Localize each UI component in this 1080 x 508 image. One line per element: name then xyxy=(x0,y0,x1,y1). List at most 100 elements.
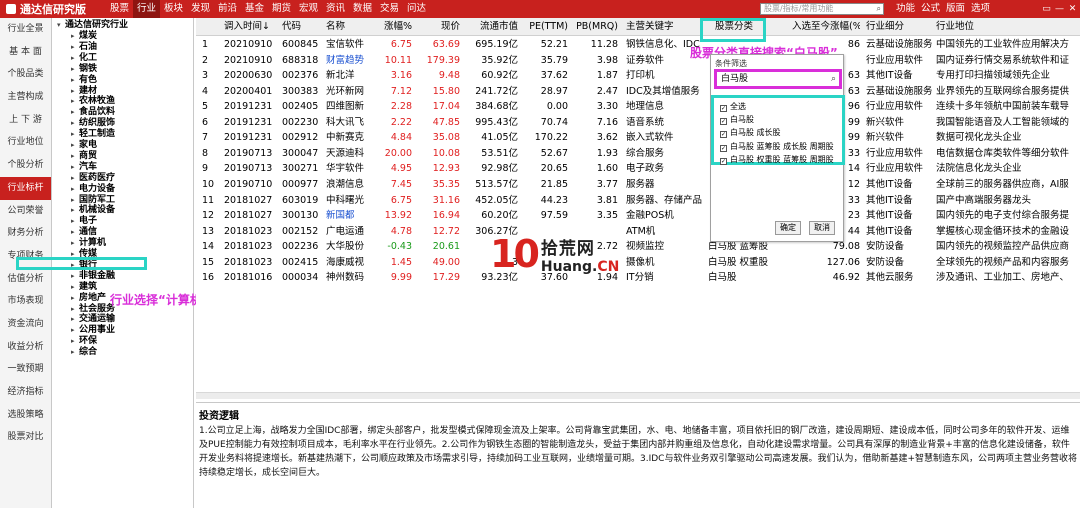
tree-item[interactable]: ▸ 纺织服饰 xyxy=(71,118,115,129)
left-nav-item[interactable]: 股票对比 xyxy=(0,426,51,449)
filter-option[interactable]: ✓ 白马股 蓝筹股 成长股 周期股 xyxy=(720,140,834,153)
tree-item[interactable]: ▸ 环保 xyxy=(71,336,97,347)
left-nav-item[interactable]: 上 下 游 xyxy=(0,109,51,132)
left-nav-item[interactable]: 一致预期 xyxy=(0,358,51,381)
tree-item[interactable]: ▸ 石油 xyxy=(71,42,97,53)
column-header[interactable]: 行业细分 xyxy=(866,18,932,36)
expand-icon[interactable]: ▸ xyxy=(71,325,79,336)
column-header[interactable]: 现价 xyxy=(416,18,460,36)
left-nav-item[interactable]: 市场表现 xyxy=(0,290,51,313)
column-header[interactable]: 流通市值 xyxy=(464,18,518,36)
expand-icon[interactable]: ▸ xyxy=(71,140,79,151)
left-nav-item[interactable]: 行业地位 xyxy=(0,131,51,154)
filter-option[interactable]: ✓ 全选 xyxy=(720,100,746,113)
left-nav-item[interactable]: 行业标杆 xyxy=(0,176,51,200)
table-row[interactable]: 3 20200630 002376 新北洋 3.16 9.48 60.92亿 37.62 1.8… xyxy=(196,68,1080,84)
expand-icon[interactable]: ▸ xyxy=(71,173,79,184)
expand-icon[interactable]: ▸ xyxy=(71,31,79,42)
column-header[interactable] xyxy=(202,18,220,36)
tree-item[interactable]: ▸ 通信 xyxy=(71,227,97,238)
tree-item[interactable]: ▸ 机械设备 xyxy=(71,205,115,216)
checkbox-checked-icon[interactable]: ✓ xyxy=(720,118,727,126)
horizontal-scrollbar[interactable] xyxy=(196,392,1080,399)
left-nav-item[interactable]: 基 本 面 xyxy=(0,41,51,64)
table-row[interactable]: 15 20181023 002415 海康威视 1.45 49.00 3 摄像机 白马股 权重股… xyxy=(196,255,1080,271)
column-header[interactable]: 入选至今涨幅(%) xyxy=(792,18,860,36)
left-nav-item[interactable]: 公司荣誉 xyxy=(0,200,51,223)
expand-icon[interactable]: ▸ xyxy=(71,64,79,75)
expand-icon[interactable]: ▸ xyxy=(71,238,79,249)
tree-item[interactable]: ▸ 轻工制造 xyxy=(71,129,115,140)
checkbox-checked-icon[interactable]: ✓ xyxy=(720,157,727,165)
right-menu-item[interactable]: 选项 xyxy=(968,0,993,18)
tree-item[interactable]: ▸ 医药医疗 xyxy=(71,173,115,184)
table-row[interactable]: 8 20190713 300047 天源迪科 20.00 10.08 53.51亿 52.67… xyxy=(196,146,1080,162)
column-header[interactable]: PE(TTM) xyxy=(522,18,568,36)
tree-item[interactable]: ▸ 家电 xyxy=(71,140,97,151)
expand-icon[interactable]: ▸ xyxy=(71,96,79,107)
cancel-button[interactable]: 取消 xyxy=(809,221,835,235)
right-menu-item[interactable]: 公式 xyxy=(918,0,943,18)
checkbox-checked-icon[interactable]: ✓ xyxy=(720,105,727,112)
menu-item[interactable]: 前沿 xyxy=(214,0,241,18)
filter-option[interactable]: ✓ 白马股 成长股 xyxy=(720,126,781,139)
tree-item[interactable]: ▸ 钢铁 xyxy=(71,64,97,75)
expand-icon[interactable]: ▸ xyxy=(71,75,79,86)
tree-item[interactable]: ▸ 社会服务 xyxy=(71,304,115,315)
tree-item[interactable]: ▸ 非银金融 xyxy=(71,271,115,282)
menu-item[interactable]: 期货 xyxy=(268,0,295,18)
tree-item[interactable]: ▸ 商贸 xyxy=(71,151,97,162)
tree-item[interactable]: ▸ 建筑 xyxy=(71,282,97,293)
right-menu-item[interactable]: 版面 xyxy=(943,0,968,18)
tree-item[interactable]: ▸ 化工 xyxy=(71,53,97,64)
left-nav-item[interactable]: 估值分析 xyxy=(0,268,51,291)
checkbox-checked-icon[interactable]: ✓ xyxy=(720,144,727,152)
search-icon[interactable]: ⌕ xyxy=(877,4,881,14)
tree-root[interactable]: ▾ 通达信研究行业 xyxy=(57,20,128,31)
global-search-input[interactable]: 股票/指标/常用功能 ⌕ xyxy=(760,3,884,15)
expand-icon[interactable]: ▸ xyxy=(71,336,79,347)
tree-item[interactable]: ▸ 房地产 xyxy=(71,293,106,304)
menu-item[interactable]: 发现 xyxy=(187,0,214,18)
left-nav-item[interactable]: 财务分析 xyxy=(0,222,51,245)
column-header[interactable]: 行业地位 xyxy=(936,18,1078,36)
filter-search-input[interactable]: 白马股 ⌕ xyxy=(714,69,842,89)
close-icon[interactable]: ✕ xyxy=(1066,0,1079,18)
tree-item[interactable]: ▸ 煤炭 xyxy=(71,31,97,42)
expand-icon[interactable]: ▸ xyxy=(71,107,79,118)
tree-item[interactable]: ▸ 建材 xyxy=(71,86,97,97)
table-row[interactable]: 1 20210910 600845 宝信软件 6.75 63.69 695.19亿 52.21… xyxy=(196,37,1080,53)
left-nav-item[interactable]: 经济指标 xyxy=(0,381,51,404)
tree-item[interactable]: ▸ 计算机 xyxy=(71,238,106,249)
expand-icon[interactable]: ▸ xyxy=(71,162,79,173)
expand-icon[interactable]: ▸ xyxy=(71,184,79,195)
tree-item[interactable]: ▸ 国防军工 xyxy=(71,195,115,206)
menu-item[interactable]: 股票 xyxy=(106,0,133,18)
tree-item[interactable]: ▸ 食品饮料 xyxy=(71,107,115,118)
filter-option[interactable]: ✓ 白马股 权重股 蓝筹股 周期股 xyxy=(720,153,834,166)
menu-item[interactable]: 基金 xyxy=(241,0,268,18)
expand-icon[interactable]: ▸ xyxy=(71,216,79,227)
tree-item[interactable]: ▸ 公用事业 xyxy=(71,325,115,336)
left-nav-item[interactable]: 资金流向 xyxy=(0,313,51,336)
column-header[interactable]: 调入时间↓ xyxy=(224,18,276,36)
menu-item[interactable]: 宏观 xyxy=(295,0,322,18)
menu-item[interactable]: 数据 xyxy=(349,0,376,18)
menu-item[interactable]: 板块 xyxy=(160,0,187,18)
table-row[interactable]: 10 20190710 000977 浪潮信息 7.45 35.35 513.57亿 21.8… xyxy=(196,177,1080,193)
expand-icon[interactable]: ▸ xyxy=(71,151,79,162)
table-row[interactable]: 6 20191231 002230 科大讯飞 2.22 47.85 995.43亿 70.74… xyxy=(196,115,1080,131)
column-header[interactable]: 主营关键字 xyxy=(626,18,704,36)
left-nav-item[interactable]: 个股品类 xyxy=(0,63,51,86)
expand-icon[interactable]: ▸ xyxy=(71,347,79,358)
left-nav-item[interactable]: 收益分析 xyxy=(0,336,51,359)
tree-item[interactable]: ▸ 电子 xyxy=(71,216,97,227)
left-nav-item[interactable]: 行业全景 xyxy=(0,18,51,41)
tree-item[interactable]: ▸ 交通运输 xyxy=(71,314,115,325)
ok-button[interactable]: 确定 xyxy=(775,221,801,235)
expand-icon[interactable]: ▸ xyxy=(71,129,79,140)
checkbox-checked-icon[interactable]: ✓ xyxy=(720,131,727,139)
menu-item[interactable]: 行业 xyxy=(133,0,160,18)
right-menu-item[interactable]: 功能 xyxy=(893,0,918,18)
table-row[interactable]: 13 20181023 002152 广电运通 4.78 12.72 306.27亿 ATM机… xyxy=(196,224,1080,240)
